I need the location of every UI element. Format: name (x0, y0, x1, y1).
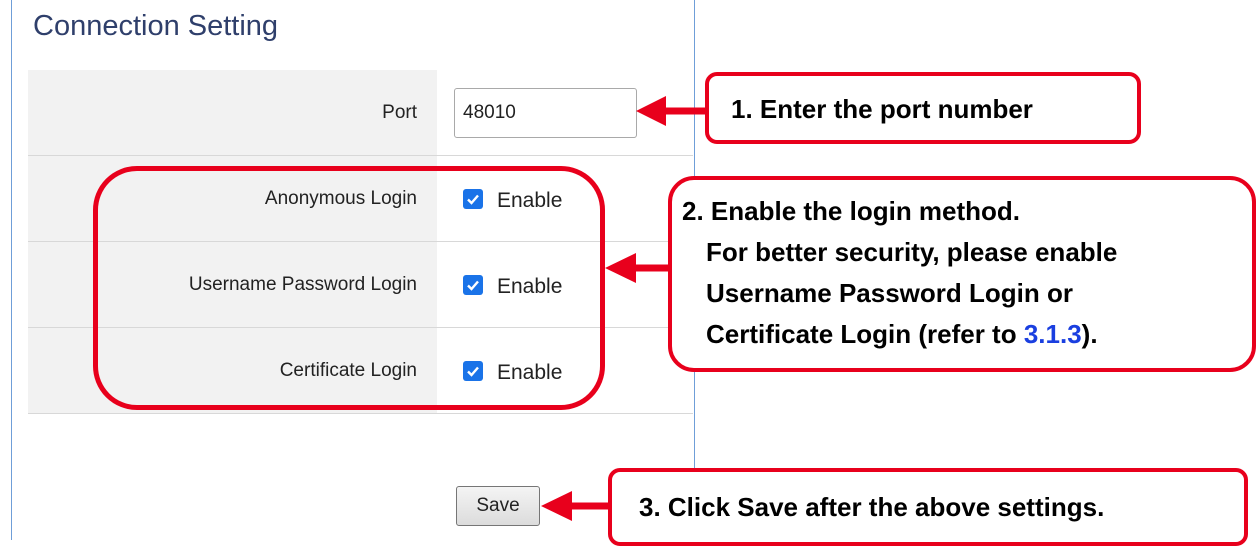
anonymous-login-row: Anonymous Login Enable (28, 156, 693, 242)
callout-step-1-text: 1. Enter the port number (731, 94, 1033, 124)
username-password-login-enable-text: Enable (497, 274, 563, 298)
callout-step-2-line4-suffix: ). (1081, 319, 1098, 349)
section-link[interactable]: 3.1.3 (1024, 319, 1082, 349)
username-password-login-label: Username Password Login (28, 242, 437, 327)
port-input[interactable] (454, 87, 637, 138)
callout-step-3: 3. Click Save after the above settings. (608, 468, 1248, 546)
anonymous-login-checkbox[interactable] (463, 188, 483, 209)
callout-step-3-text: 3. Click Save after the above settings. (639, 492, 1105, 522)
callout-step-2-line1: 2. Enable the login method. (682, 196, 1021, 226)
checkmark-icon (467, 280, 479, 291)
port-label: Port (28, 70, 437, 155)
save-button[interactable]: Save (456, 486, 540, 526)
checkmark-icon (467, 194, 479, 205)
page-title: Connection Setting (33, 10, 279, 42)
certificate-login-row: Certificate Login Enable (28, 328, 693, 414)
username-password-login-checkbox[interactable] (463, 274, 483, 295)
certificate-login-enable-text: Enable (497, 360, 563, 384)
checkmark-icon (467, 366, 479, 377)
callout-step-2-line4: Certificate Login (refer to 3.1.3). (706, 319, 1098, 350)
callout-step-2-line3: Username Password Login or (706, 278, 1073, 308)
port-row: Port (28, 70, 693, 156)
callout-step-2-line2: For better security, please enable (706, 237, 1118, 267)
username-password-login-row: Username Password Login Enable (28, 242, 693, 328)
certificate-login-checkbox[interactable] (463, 360, 483, 381)
certificate-login-label: Certificate Login (28, 328, 437, 413)
callout-step-2-line4-prefix: Certificate Login (refer to (706, 319, 1024, 349)
anonymous-login-enable-text: Enable (497, 188, 563, 212)
callout-step-1: 1. Enter the port number (705, 72, 1141, 144)
callout-step-2: 2. Enable the login method. For better s… (668, 176, 1256, 372)
anonymous-login-label: Anonymous Login (28, 156, 437, 241)
